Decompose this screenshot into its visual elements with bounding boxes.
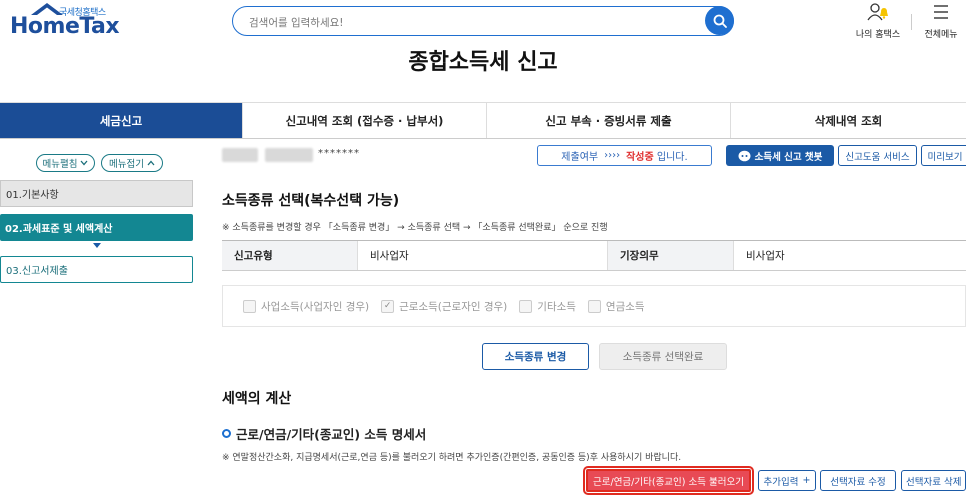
complete-income-type-button[interactable]: 소득종류 선택완료 [599,343,727,370]
status-state: 작성중 [626,152,654,163]
status-arrows: ›››› [604,150,621,161]
menu-collapse-label: 메뉴접기 [109,159,144,170]
checkbox-box [519,299,533,313]
income-select-title: 소득종류 선택(복수선택 가능) [222,193,400,209]
all-menu-button[interactable]: 전체메뉴 [916,2,966,40]
blurred-name [222,148,258,162]
search-bar: 검색어를 입력하세요! [232,6,734,36]
edit-selected-button[interactable]: 선택자료 수정 [820,470,896,491]
table-header-bookkeeping: 기장의무 [608,241,734,270]
tab-tax-filing[interactable]: 세금신고 [0,103,243,138]
checkbox-label: 기타소득 [537,300,576,313]
chatbot-icon [738,150,751,161]
sidebar-item-basic-info[interactable]: 01.기본사항 [0,180,193,207]
statement-note: ※ 연말정산간소화, 지급명세서(근로,연금 등)를 불러오기 하려면 추가인증… [222,453,682,463]
tax-calc-title: 세액의 계산 [222,391,292,407]
chevron-down-icon [80,160,88,166]
masked-resident-number: ******* [318,148,360,159]
change-income-type-button[interactable]: 소득종류 변경 [482,343,589,370]
user-bell-icon [867,3,888,21]
tax-chatbot-button[interactable]: 소득세 신고 챗봇 [726,145,834,166]
income-type-checkboxes: 사업소득(사업자인 경우) ✓ 근로소득(근로자인 경우) 기타소득 연금소득 [222,285,966,327]
add-input-label: 추가입력 [763,476,799,488]
all-menu-label: 전체메뉴 [924,30,958,40]
delete-selected-button[interactable]: 선택자료 삭제 [901,470,966,491]
table-header-filing-type: 신고유형 [222,241,358,270]
statement-subtitle: 근로/연금/기타(종교인) 소득 명세서 [236,427,427,442]
search-icon [713,14,727,28]
filing-info-table: 신고유형 비사업자 기장의무 비사업자 [222,240,966,271]
checkbox-box [243,299,256,313]
sidebar-item-tax-calc[interactable]: 02.과세표준 및 세액계산 [0,214,193,241]
checkbox-pension-income[interactable]: 연금소득 [587,299,645,314]
chevron-up-icon [147,160,155,166]
help-service-button[interactable]: 신고도움 서비스 [838,145,917,166]
status-prefix: 제출여부 [561,152,599,163]
income-select-note: ※ 소득종류를 변경할 경우 「소득종류 변경」 → 소득종류 선택 → 「소득… [222,223,608,233]
sidebar-item-submit[interactable]: 03.신고서제출 [0,256,193,283]
step-down-arrow-icon [93,243,101,248]
chatbot-label: 소득세 신고 챗봇 [754,151,823,163]
submission-status: 제출여부 ›››› 작성중 입니다. [537,145,712,166]
my-hometax-label: 나의 홈택스 [855,30,901,40]
menu-expand-label: 메뉴펼침 [42,159,78,170]
table-value-filing-type: 비사업자 [358,241,608,270]
bullet-circle-icon [222,429,231,438]
checkbox-label: 사업소득(사업자인 경우) [261,300,370,313]
checkbox-label: 연금소득 [605,300,645,313]
checkbox-label: 근로소득(근로자인 경우) [399,300,508,313]
plus-icon: + [802,475,811,486]
load-income-statement-button[interactable]: 근로/연금/기타(종교인) 소득 불러오기 [583,466,754,495]
checkbox-earned-income[interactable]: ✓ 근로소득(근로자인 경우) [381,299,507,314]
menu-collapse-button[interactable]: 메뉴접기 [101,154,163,172]
table-value-bookkeeping: 비사업자 [746,250,785,262]
tab-deleted-history[interactable]: 삭제내역 조회 [731,103,966,138]
search-input[interactable]: 검색어를 입력하세요! [249,15,344,30]
tab-filing-history[interactable]: 신고내역 조회 (접수증 · 납부서) [243,103,487,138]
header-divider [911,14,912,30]
blurred-id [265,148,313,162]
checkbox-box [587,299,601,313]
checkbox-business-income[interactable]: 사업소득(사업자인 경우) [243,299,369,314]
page-title: 종합소득세 신고 [408,50,558,75]
hometax-logo[interactable]: HomeTax [10,14,120,39]
checkbox-other-income[interactable]: 기타소득 [519,299,576,314]
my-hometax-button[interactable]: 나의 홈택스 [848,2,908,40]
add-input-button[interactable]: 추가입력 + [758,470,816,491]
menu-expand-button[interactable]: 메뉴펼침 [36,154,95,172]
hamburger-menu-icon [934,5,948,19]
checkmark-icon: ✓ [381,299,395,313]
search-button[interactable] [705,6,734,35]
status-suffix: 입니다. [656,152,688,163]
tab-document-submission[interactable]: 신고 부속 · 증빙서류 제출 [487,103,731,138]
preview-button[interactable]: 미리보기 [921,145,966,166]
main-tabs: 세금신고 신고내역 조회 (접수증 · 납부서) 신고 부속 · 증빙서류 제출… [0,102,966,139]
